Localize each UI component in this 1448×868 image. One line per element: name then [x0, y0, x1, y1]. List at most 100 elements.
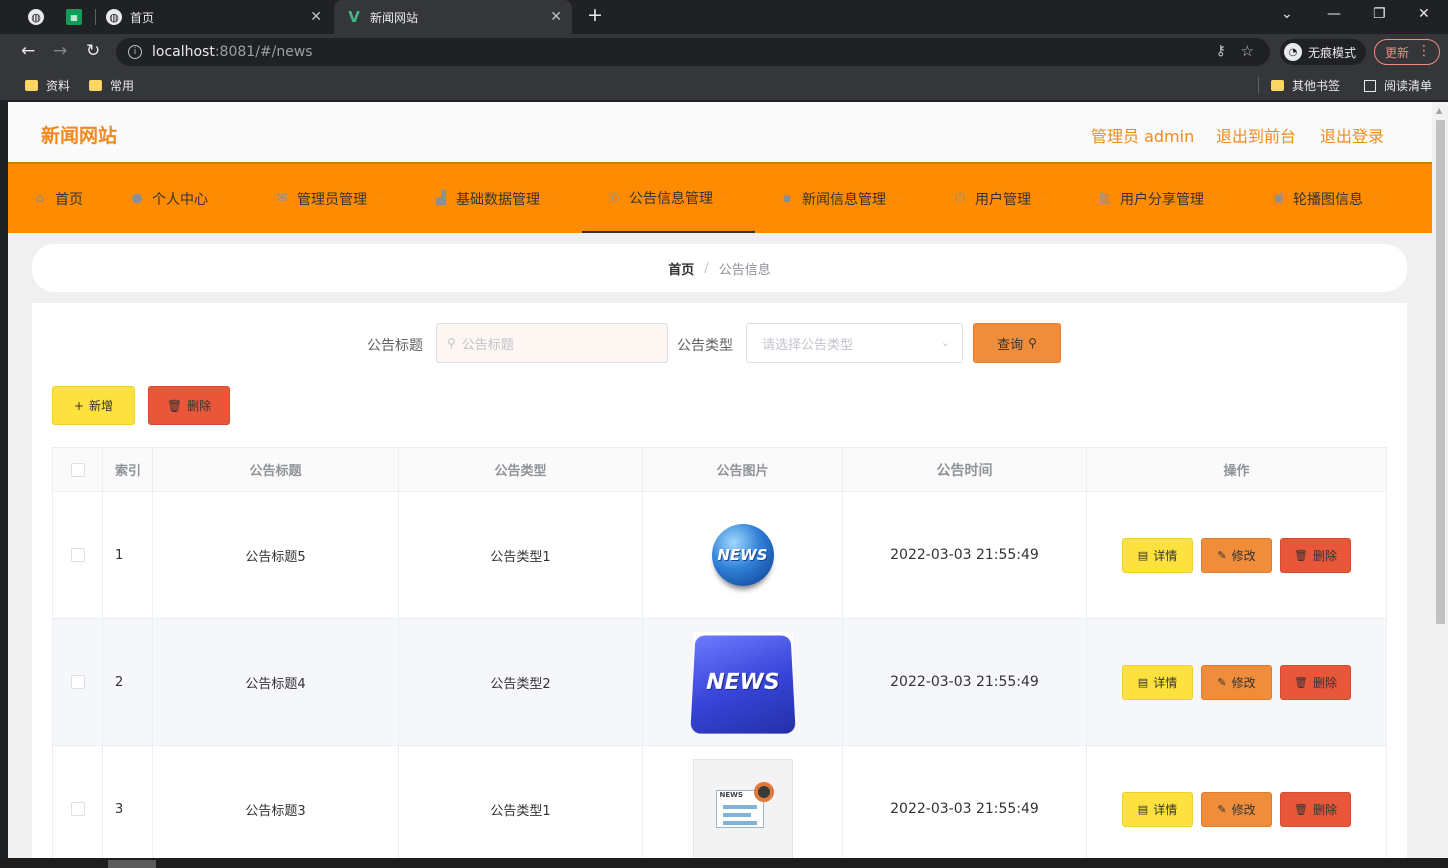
- reading-list[interactable]: 阅读清单: [1364, 77, 1432, 94]
- query-button[interactable]: 查询 ⚲: [973, 323, 1061, 363]
- back-icon[interactable]: ←: [21, 41, 35, 61]
- nav-item-basic-data[interactable]: ▟ 基础数据管理 ⌄: [434, 164, 556, 233]
- close-icon[interactable]: ✕: [550, 9, 562, 25]
- scroll-thumb[interactable]: [1436, 120, 1445, 624]
- browser-tab-globe[interactable]: ◍: [28, 0, 44, 34]
- pencil-icon: ✎: [1217, 802, 1227, 816]
- select-all-checkbox[interactable]: [70, 462, 85, 477]
- bookmarks-bar: 资料 常用 其他书签 阅读清单: [0, 70, 1448, 100]
- window-close-icon[interactable]: ✕: [1418, 6, 1430, 22]
- header-picture: 公告图片: [643, 448, 843, 491]
- bookmark-folder[interactable]: 资料: [25, 77, 70, 94]
- info-icon[interactable]: i: [128, 45, 142, 59]
- row-checkbox-cell: [53, 492, 103, 618]
- chevron-down-icon: ⌄: [1039, 193, 1048, 204]
- content-panel: 公告标题 ⚲ 公告标题 公告类型 请选择公告类型 ⌄ 查询 ⚲ + 新增 🗑 删…: [32, 303, 1407, 858]
- key-icon[interactable]: ⚷: [1216, 43, 1226, 59]
- edit-button[interactable]: ✎ 修改: [1201, 537, 1272, 573]
- row-picture-cell: NEWS: [643, 619, 843, 745]
- vue-icon: V: [348, 8, 360, 26]
- nav-item-carousel[interactable]: ▣ 轮播图信息 ⌄: [1271, 164, 1380, 233]
- more-icon[interactable]: ⋮: [1417, 43, 1431, 59]
- site-header: 新闻网站 管理员 admin 退出到前台 退出登录: [8, 102, 1432, 162]
- browser-tab-sheets[interactable]: ▦: [66, 0, 82, 34]
- other-bookmarks[interactable]: 其他书签: [1271, 77, 1340, 94]
- nav-item-share[interactable]: ▥ 用户分享管理 ⌄: [1098, 164, 1221, 233]
- nav-label: 轮播图信息: [1293, 191, 1363, 208]
- pencil-icon: ✎: [1217, 548, 1227, 562]
- admin-link[interactable]: 管理员 admin: [1091, 123, 1194, 147]
- chevron-down-icon: ⌄: [721, 192, 730, 203]
- row-time: 2022-03-03 21:55:49: [843, 746, 1087, 858]
- notice-picture: NEWS: [692, 759, 793, 858]
- breadcrumb: 首页 / 公告信息: [32, 244, 1407, 292]
- nav-item-users[interactable]: ⏻ 用户管理 ⌄: [953, 164, 1048, 233]
- browser-tab-home[interactable]: ◍ 首页 ✕: [106, 0, 332, 34]
- detail-button[interactable]: ▤ 详情: [1122, 664, 1193, 700]
- row-ops: ▤ 详情 ✎ 修改 🗑 删除: [1087, 746, 1386, 858]
- minimize-icon[interactable]: —: [1327, 6, 1341, 22]
- detail-button[interactable]: ▤ 详情: [1122, 791, 1193, 827]
- url-bar[interactable]: i localhost:8081/#/news ⚷ ☆: [116, 38, 1270, 66]
- other-bookmarks-label: 其他书签: [1292, 79, 1341, 93]
- chevron-down-icon[interactable]: ⌄: [1281, 6, 1293, 22]
- delete-button[interactable]: 🗑 删除: [1280, 537, 1351, 573]
- nav-item-notice[interactable]: ◎ 公告信息管理 ⌄: [582, 164, 755, 233]
- chevron-down-icon: ⌄: [894, 193, 903, 204]
- update-label: 更新: [1385, 45, 1410, 60]
- update-button[interactable]: 更新 ⋮: [1374, 39, 1440, 65]
- star-icon[interactable]: ☆: [1241, 42, 1254, 60]
- table-row: 3 公告标题3 公告类型1 NEWS 2022-03-03 21:55:49 ▤…: [53, 746, 1386, 858]
- detail-label: 详情: [1153, 548, 1178, 563]
- user-icon: ●: [131, 191, 143, 206]
- row-index: 2: [103, 619, 153, 745]
- nav-label: 公告信息管理: [629, 190, 713, 207]
- nav-item-home[interactable]: ⌂ 首页: [33, 164, 83, 233]
- breadcrumb-home[interactable]: 首页: [668, 259, 694, 278]
- row-checkbox-cell: [53, 746, 103, 858]
- nav-item-admin[interactable]: ✉ 管理员管理 ⌄: [275, 164, 384, 233]
- page-scrollbar[interactable]: ▲: [1432, 102, 1448, 858]
- nav-item-personal[interactable]: ● 个人中心 ⌄: [130, 164, 224, 233]
- chevron-down-icon: ⌄: [1371, 193, 1380, 204]
- delete-button[interactable]: 🗑 删除: [1280, 664, 1351, 700]
- row-checkbox[interactable]: [70, 548, 85, 562]
- bookmark-separator: [1258, 77, 1259, 93]
- breadcrumb-current: 公告信息: [718, 262, 771, 278]
- edit-button[interactable]: ✎ 修改: [1201, 664, 1272, 700]
- incognito-icon: ◔: [1284, 43, 1302, 61]
- row-index: 1: [103, 492, 153, 618]
- detail-button[interactable]: ▤ 详情: [1122, 537, 1193, 573]
- reload-icon[interactable]: ↻: [86, 41, 100, 61]
- add-button[interactable]: + 新增: [52, 386, 135, 425]
- scroll-up-icon[interactable]: ▲: [1436, 106, 1442, 115]
- type-select[interactable]: 请选择公告类型 ⌄: [746, 323, 963, 363]
- bookmark-folder[interactable]: 常用: [89, 77, 134, 94]
- chevron-down-icon: ⌄: [375, 193, 384, 204]
- delete-label: 删除: [187, 399, 212, 413]
- row-type: 公告类型1: [399, 746, 643, 858]
- site-title: 新闻网站: [41, 125, 118, 147]
- row-title: 公告标题5: [153, 492, 399, 618]
- close-icon[interactable]: ✕: [310, 9, 322, 25]
- folder-icon: [89, 80, 102, 91]
- sheets-icon: ▦: [66, 9, 82, 25]
- taskbar-item[interactable]: [108, 860, 156, 868]
- batch-delete-button[interactable]: 🗑 删除: [148, 386, 230, 425]
- mail-icon: ✉: [276, 191, 288, 206]
- to-front-link[interactable]: 退出到前台: [1216, 123, 1296, 147]
- delete-button[interactable]: 🗑 删除: [1280, 791, 1351, 827]
- row-checkbox[interactable]: [70, 802, 85, 816]
- edit-label: 修改: [1231, 802, 1256, 817]
- edit-button[interactable]: ✎ 修改: [1201, 791, 1272, 827]
- incognito-indicator[interactable]: ◔ 无痕模式: [1280, 39, 1367, 65]
- news-globe-image: NEWS: [711, 524, 774, 586]
- browser-tab-news[interactable]: V 新闻网站 ✕: [334, 0, 572, 34]
- row-checkbox[interactable]: [70, 675, 85, 689]
- restore-icon[interactable]: ❐: [1373, 6, 1386, 22]
- forward-icon[interactable]: →: [53, 41, 67, 61]
- logout-link[interactable]: 退出登录: [1320, 123, 1384, 147]
- new-tab-icon[interactable]: +: [587, 4, 603, 26]
- title-search-input[interactable]: ⚲ 公告标题: [436, 323, 668, 363]
- nav-item-news[interactable]: ▪ 新闻信息管理 ⌄: [780, 164, 903, 233]
